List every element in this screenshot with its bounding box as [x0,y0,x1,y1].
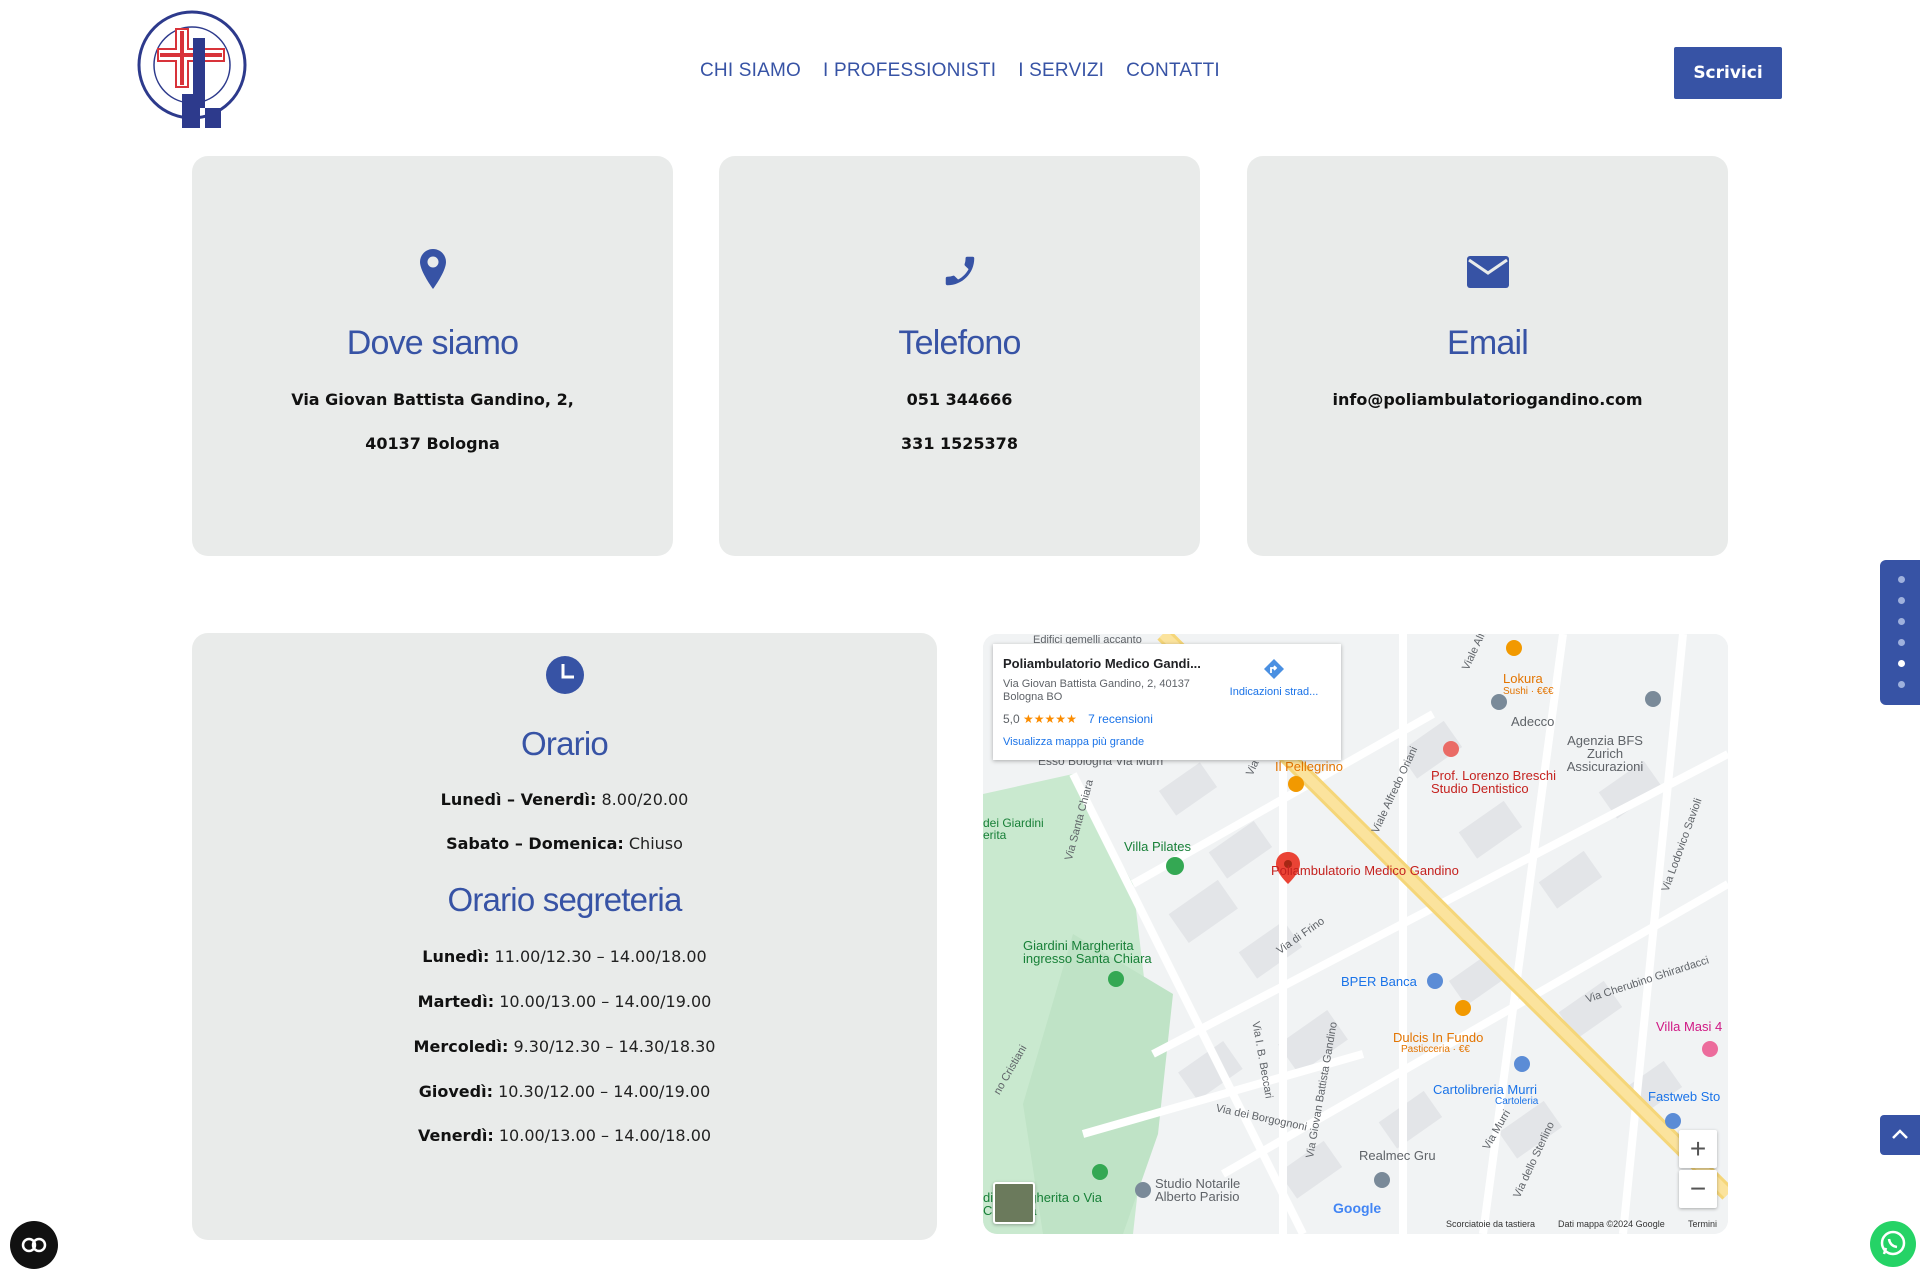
secretary-row: Lunedì: 11.00/12.30 – 14.00/18.00 [422,947,707,966]
phone-title: Telefono [898,324,1021,362]
map-label[interactable]: Dulcis In Fundo [1393,1030,1483,1045]
main-nav: CHI SIAMO I PROFESSIONISTI I SERVIZI CON… [700,60,1220,82]
address-line-1: Via Giovan Battista Gandino, 2, [291,390,574,409]
scroll-to-top-button[interactable] [1880,1115,1920,1155]
place-address: Via Giovan Battista Gandino, 2, 40137 Bo… [1003,678,1190,703]
larger-map-link[interactable]: Visualizza mappa più grande [1003,736,1144,748]
hours-row: Sabato – Domenica: Chiuso [446,834,683,853]
keyboard-shortcuts-link[interactable]: Scorciatoie da tastiera [1446,1219,1535,1229]
satellite-layer-toggle[interactable] [993,1182,1035,1224]
hours-title: Orario [521,725,609,762]
zoom-in-button[interactable]: + [1679,1130,1717,1168]
section-dot[interactable] [1898,618,1905,625]
email-title: Email [1446,324,1529,362]
phone-card: Telefono 051 344666 331 1525378 [719,156,1200,556]
map-label[interactable]: Villa Pilates [1124,839,1191,854]
hours-row: Lunedì – Venerdì: 8.00/20.00 [440,790,689,809]
secretary-row: Martedì: 10.00/13.00 – 14.00/19.00 [417,992,712,1011]
map-label[interactable]: Villa Masi 4 [1656,1019,1722,1034]
logo[interactable] [135,8,249,136]
reviews-link[interactable]: 7 recensioni [1088,712,1153,726]
map-label[interactable]: Fastweb Sto [1648,1089,1720,1104]
place-name: Poliambulatorio Medico Gandi... [1003,656,1201,671]
address-card: Dove siamo Via Giovan Battista Gandino, … [192,156,673,556]
map-label[interactable]: Realmec Gru [1359,1148,1436,1163]
map-label[interactable]: Prof. Lorenzo Breschi Studio Dentistico [1431,769,1581,795]
phone-icon [941,252,979,295]
map-label[interactable]: Giardini Margherita ingresso Santa Chiar… [1023,939,1183,965]
star-rating-icon: ★★★★★ [1023,712,1077,726]
clock-icon [545,655,585,700]
secretary-hours-title: Orario segreteria [447,881,683,918]
map-label[interactable]: Studio Notarile Alberto Parisio [1155,1177,1265,1203]
email-card: Email info@poliambulatoriogandino.com [1247,156,1728,556]
section-dot[interactable] [1898,576,1905,583]
accessibility-icon [21,1237,47,1253]
nav-item-professionisti[interactable]: I PROFESSIONISTI [823,60,996,82]
directions-icon [1219,654,1329,684]
google-logo: Google [1333,1200,1382,1216]
section-dot-active[interactable] [1898,660,1905,667]
map-marker-label[interactable]: Poliambulatorio Medico Gandino [1271,864,1459,877]
map-label: Sushi · €€€ [1503,686,1554,697]
map-label: Cartoleria [1495,1096,1539,1107]
map-label[interactable]: BPER Banca [1341,974,1417,989]
map-label[interactable]: Il Pellegrino [1275,759,1343,774]
phone-number-2[interactable]: 331 1525378 [719,434,1200,453]
map-label: dei Giardini erita [983,816,1044,842]
directions-button[interactable]: Indicazioni strad... [1219,654,1329,698]
hours-card: Orario Lunedì – Venerdì: 8.00/20.00 Saba… [192,633,937,1240]
envelope-icon [1466,256,1509,293]
location-pin-icon [419,248,447,295]
chevron-up-icon [1892,1129,1908,1139]
map-data-attribution: Dati mappa ©2024 Google [1558,1219,1665,1229]
whatsapp-button[interactable] [1870,1221,1916,1267]
map-label[interactable]: Lokura [1503,671,1543,686]
place-rating: 5,0 ★★★★★ 7 recensioni [1003,712,1153,726]
section-dot[interactable] [1898,597,1905,604]
accessibility-button[interactable] [10,1221,58,1269]
nav-item-chi-siamo[interactable]: CHI SIAMO [700,60,801,82]
terms-link[interactable]: Termini [1688,1219,1717,1229]
secretary-row: Mercoledì: 9.30/12.30 – 14.30/18.30 [413,1037,716,1056]
section-dot[interactable] [1898,639,1905,646]
scrivici-button[interactable]: Scrivici [1674,47,1782,99]
map-label[interactable]: Agenzia BFS Zurich Assicurazioni [1555,734,1655,773]
address-line-2: 40137 Bologna [365,434,500,453]
zoom-out-button[interactable]: − [1679,1170,1717,1208]
section-dot[interactable] [1898,681,1905,688]
section-dots-nav [1880,560,1920,705]
place-info-card: Poliambulatorio Medico Gandi... Via Giov… [993,644,1341,760]
email-address[interactable]: info@poliambulatoriogandino.com [1247,390,1728,409]
map-label[interactable]: Adecco [1511,714,1554,729]
nav-item-servizi[interactable]: I SERVIZI [1018,60,1104,82]
secretary-row: Venerdì: 10.00/13.00 – 14.00/18.00 [417,1126,712,1145]
whatsapp-icon [1880,1230,1906,1256]
secretary-row: Giovedì: 10.30/12.00 – 14.00/19.00 [418,1082,711,1101]
map-label[interactable]: Cartolibreria Murri [1433,1082,1537,1097]
address-title: Dove siamo [346,324,519,362]
map-label: Pasticceria · €€ [1401,1044,1470,1055]
phone-number-1[interactable]: 051 344666 [719,390,1200,409]
nav-item-contatti[interactable]: CONTATTI [1126,60,1220,82]
google-map[interactable]: Poliambulatorio Medico Gandino Lokura Su… [983,634,1728,1234]
